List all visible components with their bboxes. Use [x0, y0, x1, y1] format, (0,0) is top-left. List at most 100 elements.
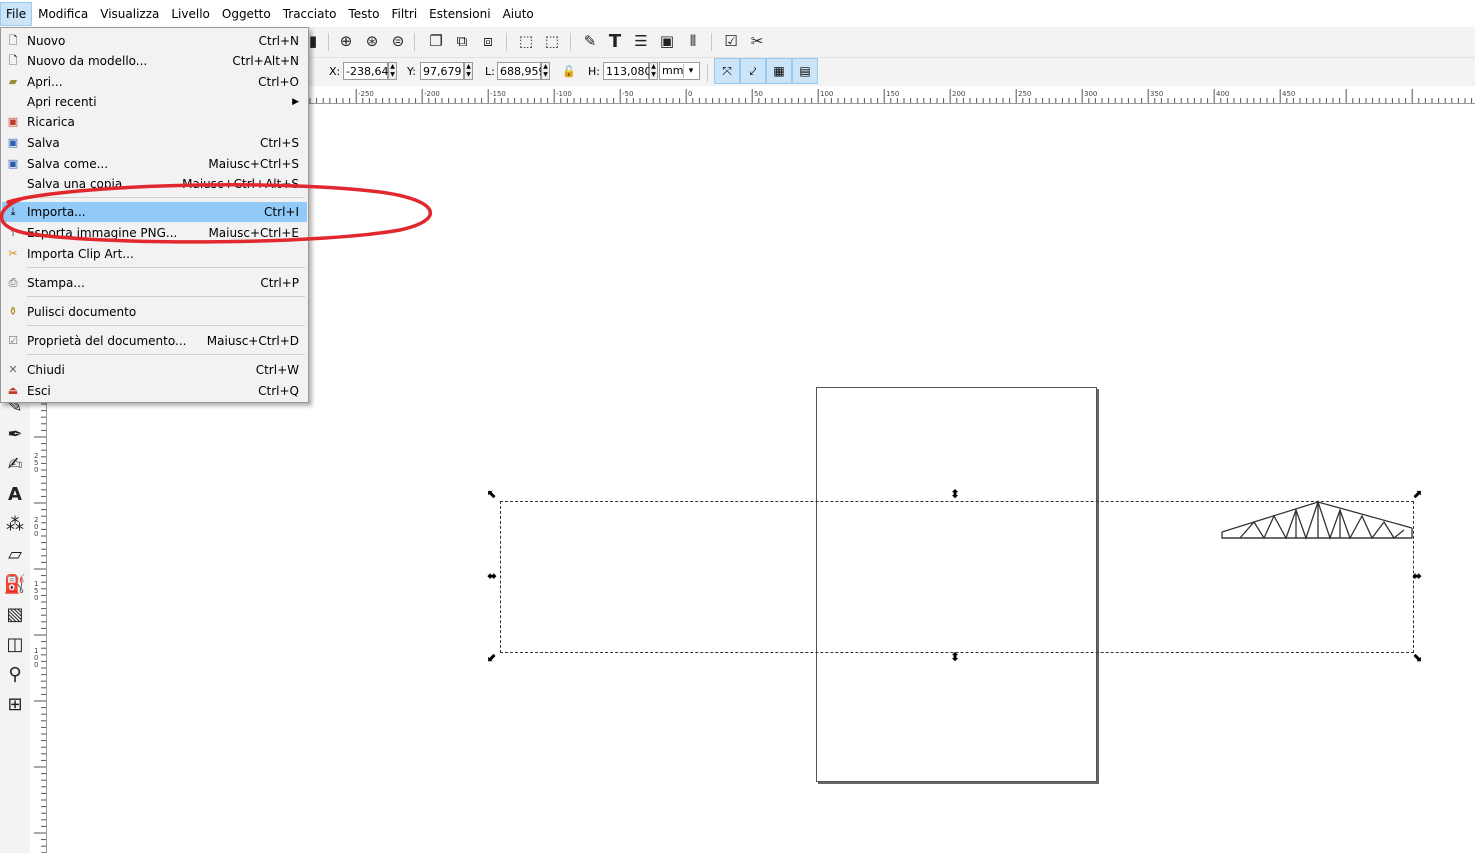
- menu-filtri[interactable]: Filtri: [385, 2, 423, 26]
- scale-corners-button[interactable]: ⤦: [740, 58, 766, 84]
- clone-icon[interactable]: ⧉: [452, 31, 472, 51]
- scale-stroke-button[interactable]: ⤧: [714, 58, 740, 84]
- zoom-selection-icon[interactable]: ⊕: [336, 31, 356, 51]
- menu-item-ricarica[interactable]: ▣ Ricarica: [2, 112, 307, 132]
- resize-handle-e-icon[interactable]: ⬌: [1412, 570, 1422, 582]
- x-field[interactable]: -238,64: [343, 62, 388, 80]
- menu-item-stampa[interactable]: ⎙ Stampa... Ctrl+P: [2, 273, 307, 293]
- move-gradients-button[interactable]: ▦: [766, 58, 792, 84]
- truss-drawing[interactable]: [1220, 500, 1416, 544]
- menu-item-label: Stampa...: [27, 276, 85, 290]
- resize-handle-se-icon[interactable]: ⬊: [1412, 651, 1422, 663]
- xml-editor-icon[interactable]: ▣: [657, 31, 677, 51]
- toolbar-separator: [328, 33, 329, 51]
- menu-livello[interactable]: Livello: [165, 2, 216, 26]
- w-spinner[interactable]: ▲ ▼: [541, 62, 550, 80]
- resize-handle-ne-icon[interactable]: ⬈: [1412, 488, 1422, 500]
- resize-handle-nw-icon[interactable]: ⬉: [487, 488, 497, 500]
- duplicate-icon[interactable]: ❐: [426, 31, 446, 51]
- menu-item-chiudi[interactable]: ✕ Chiudi Ctrl+W: [2, 360, 307, 380]
- text-font-icon[interactable]: T: [605, 31, 625, 52]
- submenu-arrow-icon: ▶: [292, 97, 299, 107]
- menu-estensioni[interactable]: Estensioni: [423, 2, 496, 26]
- menu-item-label: Apri...: [27, 75, 63, 89]
- menu-separator: [27, 197, 305, 198]
- h-field[interactable]: 113,080: [603, 62, 652, 80]
- calligraphy-tool-icon[interactable]: ✍: [3, 451, 27, 477]
- menu-item-nuovo[interactable]: 🗋 Nuovo Ctrl+N: [2, 31, 307, 51]
- zoom-drawing-icon[interactable]: ⊛: [362, 31, 382, 51]
- menu-file[interactable]: File: [0, 1, 33, 26]
- document-properties-icon: ☑: [8, 334, 18, 347]
- h-spinner[interactable]: ▲ ▼: [649, 62, 658, 80]
- unit-value: mm: [662, 64, 684, 77]
- lock-icon[interactable]: 🔓: [562, 65, 576, 78]
- menu-item-label: Importa Clip Art...: [27, 247, 134, 261]
- save-as-icon: ▣: [7, 157, 19, 170]
- menu-item-salva-come[interactable]: ▣ Salva come... Maiusc+Ctrl+S: [2, 154, 307, 174]
- ruler-label: 250: [34, 452, 39, 474]
- pen-tool-icon[interactable]: ✒: [3, 421, 27, 447]
- menu-tracciato[interactable]: Tracciato: [277, 2, 343, 26]
- menu-item-esci[interactable]: ⏏ Esci Ctrl+Q: [2, 381, 307, 401]
- layers-icon[interactable]: ☰: [631, 31, 651, 51]
- menu-item-shortcut: Maiusc+Ctrl+Alt+S: [182, 177, 299, 191]
- menu-item-proprieta-documento[interactable]: ☑ Proprietà del documento... Maiusc+Ctrl…: [2, 331, 307, 351]
- menu-item-label: Proprietà del documento...: [27, 334, 187, 348]
- ruler-label: 200: [952, 90, 966, 98]
- group-icon[interactable]: ⬚: [516, 31, 536, 51]
- menu-item-pulisci-documento[interactable]: ⚱ Pulisci documento: [2, 302, 307, 322]
- menu-item-label: Salva come...: [27, 157, 109, 171]
- align-distribute-icon[interactable]: ⫴: [683, 31, 703, 51]
- resize-handle-w-icon[interactable]: ⬌: [487, 570, 497, 582]
- resize-handle-s-icon[interactable]: ⬍: [950, 651, 960, 663]
- menu-item-label: Pulisci documento: [27, 305, 137, 319]
- ruler-label: 100: [820, 90, 834, 98]
- y-spinner[interactable]: ▲ ▼: [464, 62, 473, 80]
- menu-modifica[interactable]: Modifica: [32, 2, 94, 26]
- menu-item-salva[interactable]: ▣ Salva Ctrl+S: [2, 133, 307, 153]
- document-properties-icon[interactable]: ☑: [721, 31, 741, 51]
- x-spinner[interactable]: ▲ ▼: [388, 62, 397, 80]
- unit-select[interactable]: mm ▾: [659, 62, 700, 80]
- y-label: Y:: [407, 65, 416, 78]
- menu-item-shortcut: Ctrl+P: [260, 276, 299, 290]
- y-field[interactable]: 97,679: [420, 62, 464, 80]
- gradient-tool-icon[interactable]: ▧: [3, 601, 27, 627]
- menu-item-shortcut: Ctrl+O: [258, 75, 299, 89]
- mesh-tool-icon[interactable]: ◫: [3, 631, 27, 657]
- menu-item-importa[interactable]: ⤓ Importa... Ctrl+I: [2, 202, 307, 222]
- menu-item-nuovo-da-modello[interactable]: 🗋 Nuovo da modello... Ctrl+Alt+N: [2, 51, 307, 71]
- menu-item-esporta-png[interactable]: ⤒ Esporta immagine PNG... Maiusc+Ctrl+E: [2, 223, 307, 243]
- save-icon: ▣: [7, 136, 19, 149]
- resize-handle-sw-icon[interactable]: ⬋: [487, 651, 497, 663]
- paint-bucket-tool-icon[interactable]: ⛽: [3, 571, 27, 597]
- zoom-page-icon[interactable]: ⊜: [388, 31, 408, 51]
- menu-item-apri[interactable]: ▰ Apri... Ctrl+O: [2, 72, 307, 92]
- menu-aiuto[interactable]: Aiuto: [497, 2, 540, 26]
- menu-visualizza[interactable]: Visualizza: [94, 2, 165, 26]
- resize-handle-n-icon[interactable]: ⬍: [950, 488, 960, 500]
- ungroup-icon[interactable]: ⬚: [542, 31, 562, 51]
- menu-testo[interactable]: Testo: [343, 2, 386, 26]
- eraser-tool-icon[interactable]: ▱: [3, 541, 27, 567]
- menu-oggetto[interactable]: Oggetto: [216, 2, 277, 26]
- print-icon: ⎙: [8, 276, 18, 289]
- menu-item-apri-recenti[interactable]: Apri recenti ▶: [2, 92, 307, 112]
- dropper-tool-icon[interactable]: ⚲: [3, 661, 27, 687]
- w-field[interactable]: 688,959: [497, 62, 546, 80]
- ruler-label: -50: [622, 90, 634, 98]
- menu-item-shortcut: Maiusc+Ctrl+E: [208, 226, 299, 240]
- menu-item-label: Apri recenti: [27, 95, 97, 109]
- text-tool-icon[interactable]: A: [3, 481, 27, 507]
- move-patterns-button[interactable]: ▤: [792, 58, 818, 84]
- spray-tool-icon[interactable]: ⁂: [3, 511, 27, 537]
- menu-bar: File Modifica Visualizza Livello Oggetto…: [0, 0, 1475, 27]
- menu-item-importa-clipart[interactable]: ✂ Importa Clip Art...: [2, 244, 307, 264]
- preferences-icon[interactable]: ✂: [747, 31, 767, 51]
- ruler-label: 100: [34, 647, 39, 669]
- connector-tool-icon[interactable]: ⊞: [3, 691, 27, 717]
- menu-item-salva-copia[interactable]: Salva una copia... Maiusc+Ctrl+Alt+S: [2, 174, 307, 194]
- fill-stroke-icon[interactable]: ✎: [580, 31, 600, 51]
- unlink-clone-icon[interactable]: ⧈: [478, 31, 498, 51]
